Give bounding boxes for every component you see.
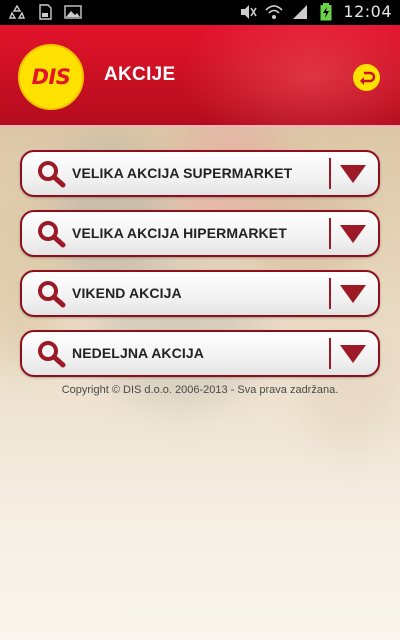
sd-card-icon: [36, 3, 54, 21]
divider: [329, 218, 331, 249]
page-title: AKCIJE: [104, 64, 176, 85]
chevron-down-icon: [340, 165, 366, 183]
status-time: 12:04: [343, 2, 392, 21]
battery-charging-icon: [317, 2, 335, 21]
divider: [329, 338, 331, 369]
wifi-icon: [265, 3, 283, 21]
chevron-down-icon: [340, 345, 366, 363]
status-bar: 12:04: [0, 0, 400, 25]
menu-item-velika-akcija-supermarket[interactable]: VELIKA AKCIJA SUPERMARKET: [20, 150, 380, 197]
back-button[interactable]: [353, 64, 380, 91]
menu-item-vikend-akcija[interactable]: VIKEND AKCIJA: [20, 270, 380, 317]
chevron-down-icon: [340, 225, 366, 243]
search-icon: [38, 341, 66, 368]
divider: [329, 158, 331, 189]
app-header: DIS AKCIJE: [0, 25, 400, 127]
back-arrow-icon: [359, 71, 375, 85]
search-icon: [38, 161, 66, 188]
menu-item-label: VELIKA AKCIJA HIPERMARKET: [72, 225, 287, 241]
menu-item-nedeljna-akcija[interactable]: NEDELJNA AKCIJA: [20, 330, 380, 377]
search-icon: [38, 221, 66, 248]
logo-text: DIS: [31, 65, 71, 89]
divider: [329, 278, 331, 309]
menu-item-label: NEDELJNA AKCIJA: [72, 345, 204, 361]
chevron-down-icon: [340, 285, 366, 303]
menu-item-label: VELIKA AKCIJA SUPERMARKET: [72, 165, 293, 181]
dis-logo: DIS: [18, 44, 84, 110]
image-icon: [64, 3, 82, 21]
recycle-icon: [8, 3, 26, 21]
signal-icon: [291, 3, 309, 21]
mute-icon: [239, 3, 258, 21]
search-icon: [38, 281, 66, 308]
deals-menu: VELIKA AKCIJA SUPERMARKET VELIKA AKCIJA …: [20, 150, 380, 390]
menu-item-velika-akcija-hipermarket[interactable]: VELIKA AKCIJA HIPERMARKET: [20, 210, 380, 257]
copyright-text: Copyright © DIS d.o.o. 2006-2013 - Sva p…: [61, 384, 339, 396]
menu-item-label: VIKEND AKCIJA: [72, 285, 182, 301]
